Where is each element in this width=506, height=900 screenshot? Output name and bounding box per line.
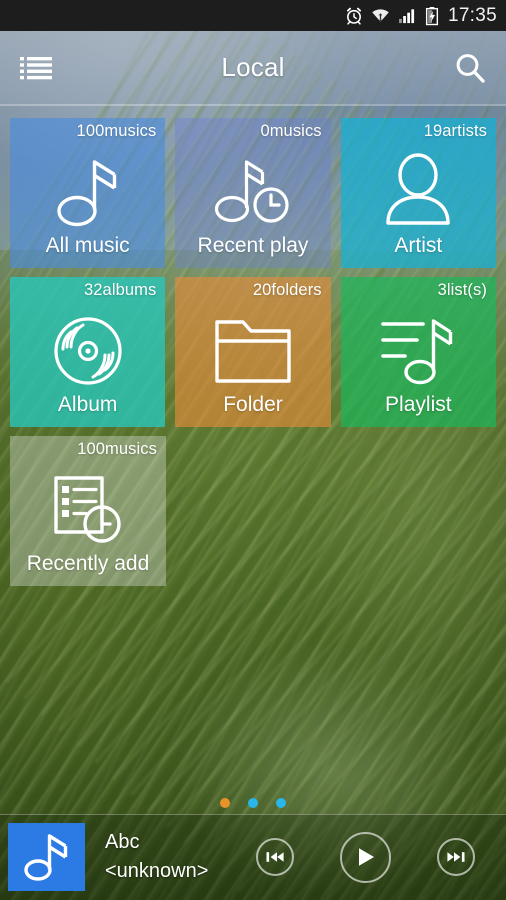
category-grid: 100musics All music 0musics Recent play … — [10, 118, 496, 595]
tile-recently-add[interactable]: 100musics Recently add — [10, 436, 166, 586]
tile-count: 3list(s) — [437, 281, 487, 299]
mini-player-bar: Abc <unknown> — [0, 814, 506, 900]
page-dot-1[interactable] — [220, 798, 230, 808]
tile-count: 32albums — [83, 281, 157, 299]
music-app-screen: 17:35 Local 100musics All music 0musics … — [0, 0, 506, 900]
tile-all-music[interactable]: 100musics All music — [10, 118, 166, 268]
tile-label: Album — [57, 393, 118, 416]
vinyl-disc-icon — [10, 311, 165, 391]
note-clock-icon — [175, 152, 330, 232]
playlist-note-icon — [341, 311, 496, 391]
page-dot-2[interactable] — [248, 798, 258, 808]
grid-row-1: 100musics All music 0musics Recent play … — [10, 118, 496, 268]
play-icon — [358, 848, 374, 866]
tile-label: Recent play — [197, 234, 309, 257]
player-controls — [256, 814, 506, 900]
menu-button[interactable] — [0, 31, 72, 104]
tile-album[interactable]: 32albums Album — [10, 277, 166, 427]
album-art-thumbnail[interactable] — [8, 823, 85, 891]
tile-count: 0musics — [260, 122, 322, 140]
status-bar: 17:35 — [0, 0, 506, 31]
wifi-icon — [372, 8, 389, 22]
tile-folder[interactable]: 20folders Folder — [175, 277, 331, 427]
tile-label: Artist — [394, 234, 443, 257]
signal-bars-icon — [399, 8, 415, 23]
tile-count: 19artists — [423, 122, 487, 140]
play-button[interactable] — [340, 831, 391, 883]
skip-previous-icon — [266, 852, 284, 862]
grid-row-2: 32albums Album 20folders Folder 3list(s)… — [10, 277, 496, 427]
list-menu-icon — [20, 56, 52, 79]
tile-label: All music — [45, 234, 130, 257]
tile-count: 100musics — [77, 440, 157, 458]
tile-label: Recently add — [26, 552, 150, 575]
search-button[interactable] — [434, 31, 506, 104]
music-note-icon — [10, 152, 165, 232]
tile-artist[interactable]: 19artists Artist — [340, 118, 496, 268]
search-icon — [456, 53, 485, 83]
track-title: Abc — [105, 831, 140, 853]
page-dot-3[interactable] — [276, 798, 286, 808]
page-title: Local — [221, 52, 285, 82]
grid-row-3: 100musics Recently add — [10, 436, 496, 586]
tile-label: Playlist — [385, 393, 452, 416]
status-bar-clock: 17:35 — [447, 4, 497, 26]
alarm-clock-icon — [346, 7, 361, 25]
tile-recent-play[interactable]: 0musics Recent play — [175, 118, 331, 268]
action-bar-divider — [0, 104, 506, 106]
skip-next-icon — [447, 852, 465, 862]
tile-count: 100musics — [76, 122, 157, 140]
now-playing-meta[interactable]: Abc <unknown> — [105, 831, 265, 883]
previous-button[interactable] — [256, 838, 294, 876]
page-indicator — [0, 796, 506, 810]
person-icon — [341, 152, 496, 232]
track-artist: <unknown> — [105, 860, 209, 882]
player-bar-divider — [0, 814, 506, 815]
action-bar: Local — [0, 31, 506, 104]
music-note-icon — [23, 834, 67, 881]
tile-count: 20folders — [252, 281, 322, 299]
next-button[interactable] — [437, 838, 475, 876]
battery-charging-icon — [425, 6, 438, 25]
folder-icon — [175, 311, 330, 391]
tile-label: Folder — [223, 393, 283, 416]
list-clock-icon — [10, 470, 166, 550]
tile-playlist[interactable]: 3list(s) Playlist — [340, 277, 496, 427]
